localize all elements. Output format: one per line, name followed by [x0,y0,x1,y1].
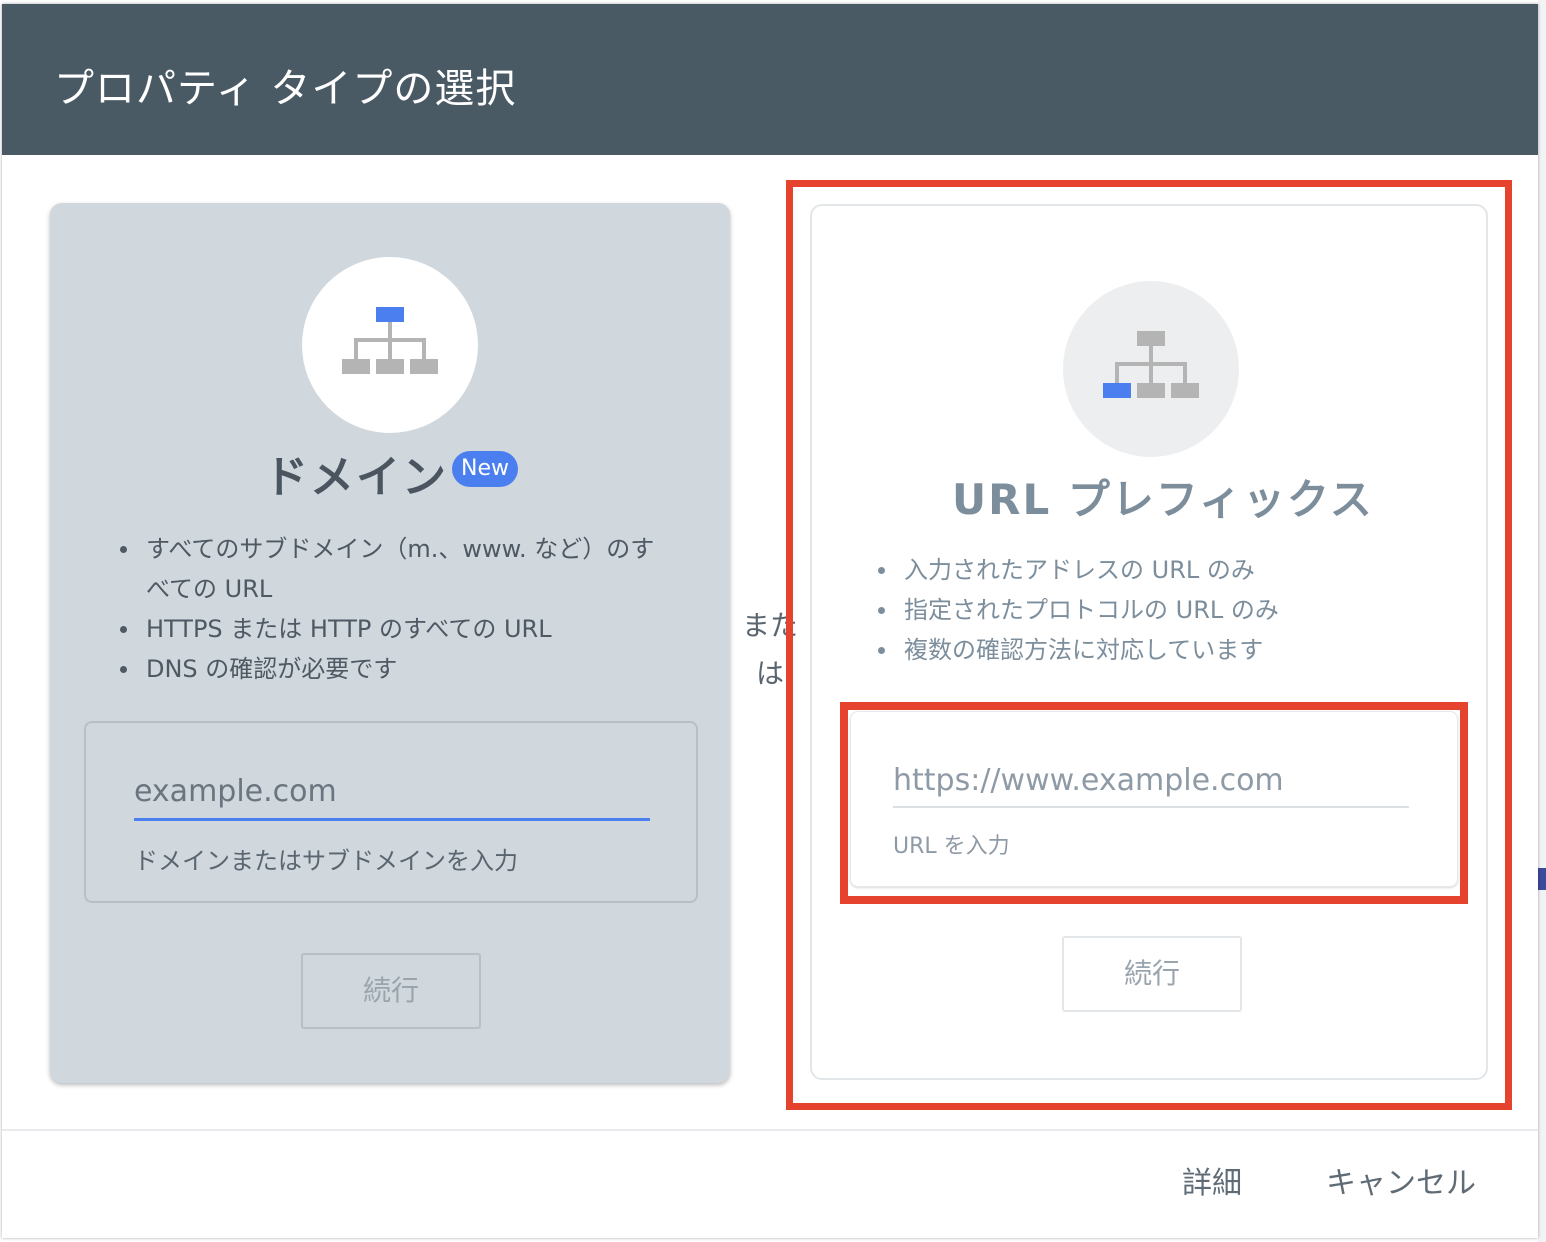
domain-card-title: ドメイン [264,452,448,503]
dialog-title: プロパティ タイプの選択 [54,66,517,112]
property-type-dialog: プロパティ タイプの選択 ドメイン New すべてのサブドメイン（m.、www.… [2,4,1538,1238]
domain-bullet-list: すべてのサブドメイン（m.、www. など）のすべての URL HTTPS また… [112,529,666,689]
domain-card[interactable]: ドメイン New すべてのサブドメイン（m.、www. など）のすべての URL… [50,203,730,1083]
page: プロパティ タイプの選択 ドメイン New すべてのサブドメイン（m.、www.… [0,0,1546,1242]
backdrop [1538,0,1546,1242]
sitemap-icon [342,307,438,374]
domain-bullet-item: HTTPS または HTTP のすべての URL [112,609,666,649]
domain-input-box: ドメインまたはサブドメインを入力 [84,721,698,903]
cancel-button[interactable]: キャンセル [1326,1154,1476,1214]
highlight-box-url-prefix-card [786,180,1512,1110]
dialog-header: プロパティ タイプの選択 [2,4,1538,155]
detail-button[interactable]: 詳細 [1182,1154,1242,1214]
domain-continue-button[interactable]: 続行 [301,953,481,1029]
highlight-box-url-input [840,702,1468,904]
domain-input[interactable] [134,771,650,821]
domain-icon-circle [302,257,478,433]
domain-bullet-item: DNS の確認が必要です [112,649,666,689]
domain-bullet-item: すべてのサブドメイン（m.、www. など）のすべての URL [112,529,666,609]
new-badge: New [452,451,518,487]
backdrop-accent [1538,868,1546,890]
domain-input-helper: ドメインまたはサブドメインを入力 [134,847,518,875]
footer-divider [2,1129,1538,1131]
